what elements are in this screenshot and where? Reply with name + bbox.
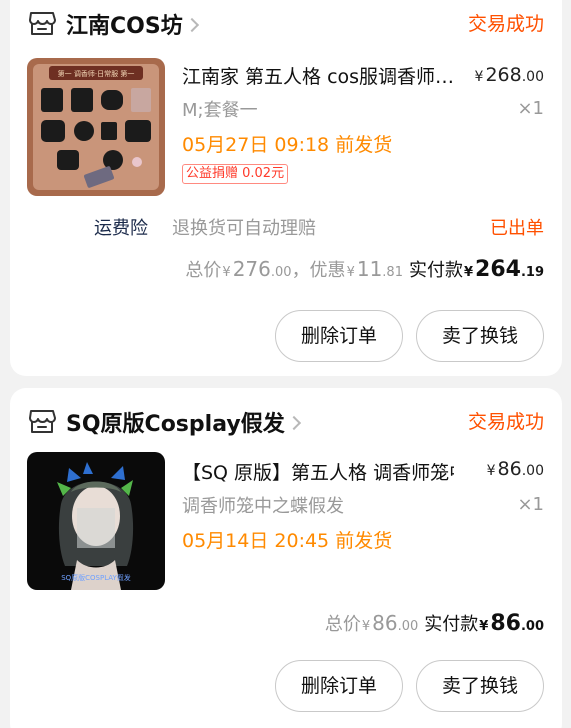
paid-label: 实付款 bbox=[424, 614, 479, 635]
chevron-right-icon bbox=[286, 415, 301, 431]
order-card: SQ原版Cosplay假发 交易成功 SQ原版COSPLAY假发 【SQ 原版】… bbox=[10, 388, 562, 728]
shop-header[interactable]: 江南COS坊 交易成功 bbox=[10, 6, 562, 46]
shop-name[interactable]: SQ原版Cosplay假发 bbox=[66, 406, 301, 438]
product-title[interactable]: 【SQ 原版】第五人格 调香师笼中… bbox=[182, 458, 454, 485]
product-quantity: ×1 bbox=[517, 98, 544, 119]
discount-amount: 11 bbox=[356, 257, 383, 281]
order-status: 交易成功 bbox=[467, 411, 544, 433]
resell-button[interactable]: 卖了换钱 bbox=[416, 310, 544, 362]
product-image-costume: 第一 调香师·日常服 第一 bbox=[27, 58, 165, 196]
product-image[interactable]: SQ原版COSPLAY假发 bbox=[27, 452, 165, 590]
shop-name[interactable]: 江南COS坊 bbox=[66, 8, 199, 40]
product-quantity: ×1 bbox=[517, 494, 544, 515]
delete-order-button[interactable]: 删除订单 bbox=[275, 660, 403, 712]
order-totals: 总价¥ 276.00，优惠¥ 11.81 实付款¥264.19 bbox=[185, 257, 544, 282]
image-banner-text: 第一 调香师·日常服 第一 bbox=[58, 69, 135, 78]
total-amount: 86 bbox=[372, 611, 398, 635]
insurance-desc: 退换货可自动理赔 bbox=[172, 218, 316, 239]
order-card: 江南COS坊 交易成功 第一 调香师·日常服 第一 江南家 第五人格 cos服调… bbox=[10, 0, 562, 376]
ship-time: 05月14日 20:45 前发货 bbox=[182, 530, 393, 552]
product-title[interactable]: 江南家 第五人格 cos服调香师… bbox=[182, 62, 454, 89]
shop-header[interactable]: SQ原版Cosplay假发 交易成功 bbox=[10, 404, 562, 444]
order-totals: 总价¥ 86.00 实付款¥86.00 bbox=[324, 611, 544, 636]
total-label: 总价 bbox=[324, 614, 361, 635]
product-image-wig: SQ原版COSPLAY假发 bbox=[27, 452, 165, 590]
resell-button[interactable]: 卖了换钱 bbox=[416, 660, 544, 712]
product-sku: M;套餐一 bbox=[182, 100, 258, 121]
total-amount: 276 bbox=[232, 257, 271, 281]
product-sku: 调香师笼中之蝶假发 bbox=[182, 496, 344, 517]
product-image[interactable]: 第一 调香师·日常服 第一 bbox=[27, 58, 165, 196]
order-status: 交易成功 bbox=[467, 13, 544, 35]
paid-amount: ¥264.19 bbox=[463, 257, 544, 282]
paid-amount: ¥86.00 bbox=[479, 611, 544, 636]
delete-order-button[interactable]: 删除订单 bbox=[275, 310, 403, 362]
product-price: ¥86.00 bbox=[486, 458, 544, 480]
image-watermark-text: SQ原版COSPLAY假发 bbox=[61, 573, 131, 582]
charity-badge: 公益捐赠 0.02元 bbox=[182, 164, 289, 184]
insurance-status: 已出单 bbox=[490, 218, 544, 239]
total-label: 总价 bbox=[185, 260, 222, 281]
shop-icon bbox=[29, 410, 56, 433]
shop-icon bbox=[29, 12, 56, 35]
ship-time: 05月27日 09:18 前发货 bbox=[182, 134, 393, 156]
chevron-right-icon bbox=[184, 17, 199, 33]
insurance-label: 运费险 bbox=[94, 218, 148, 239]
product-price: ¥268.00 bbox=[474, 64, 544, 86]
paid-label: 实付款 bbox=[408, 260, 463, 281]
discount-label: ，优惠 bbox=[291, 260, 346, 281]
